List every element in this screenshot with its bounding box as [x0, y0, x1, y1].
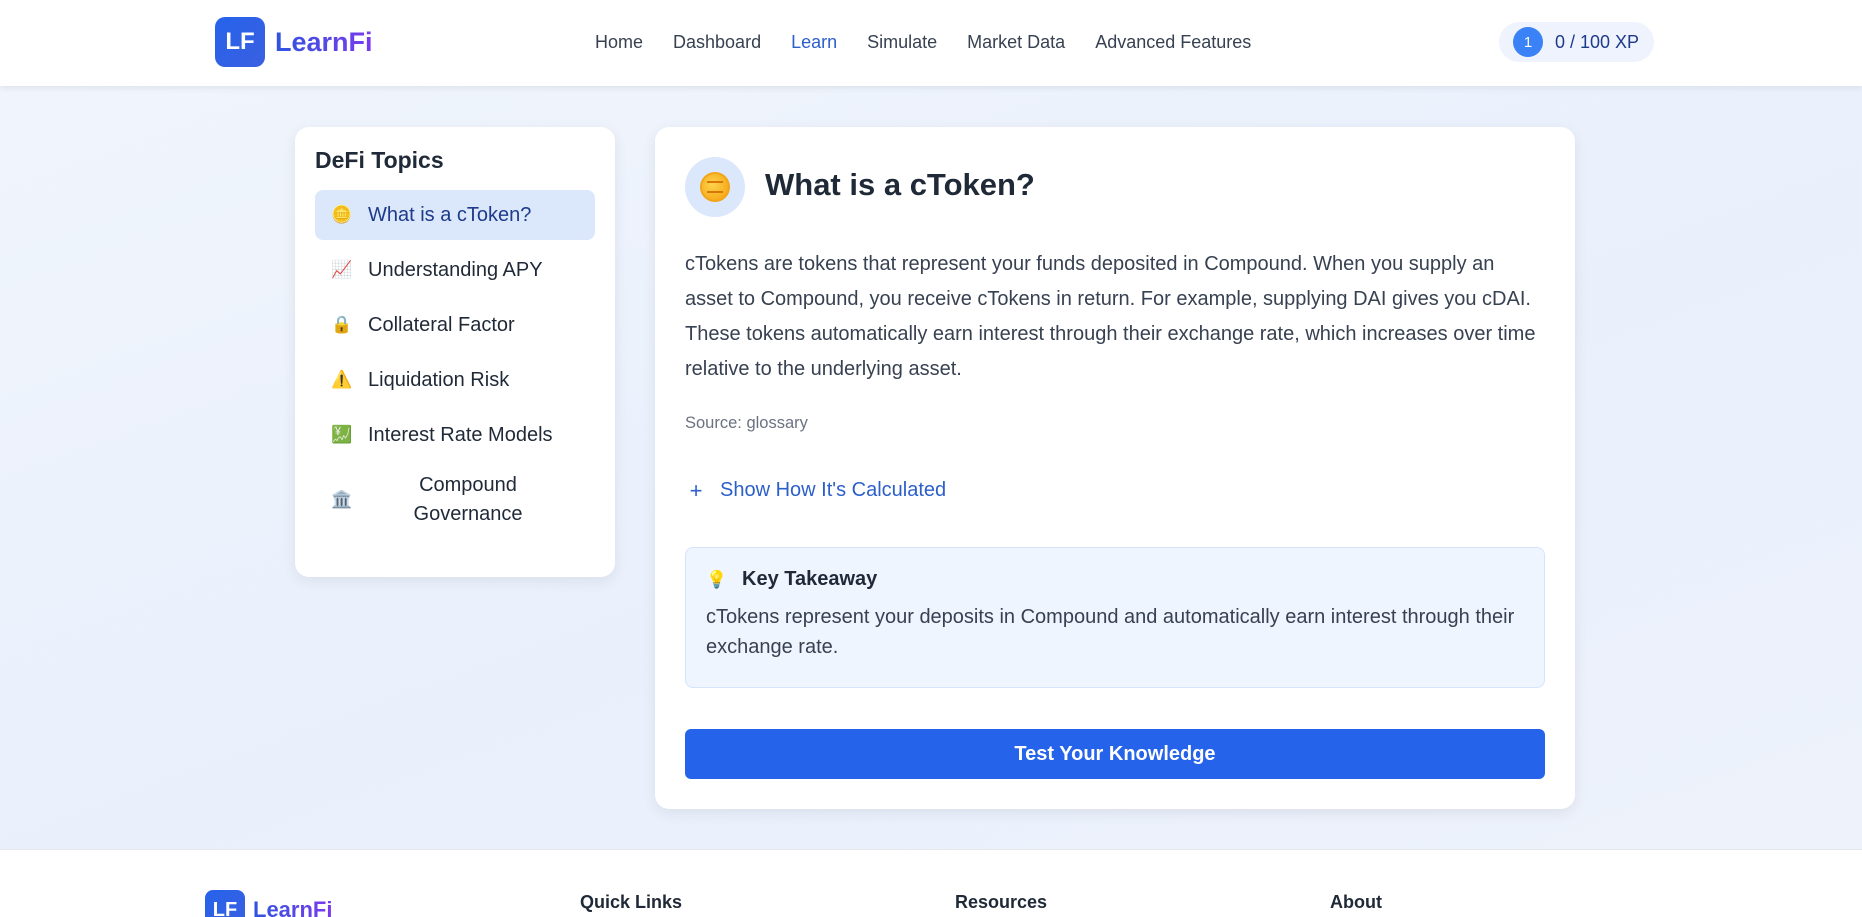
nav-learn[interactable]: Learn [791, 30, 837, 54]
warning-icon: ⚠️ [331, 370, 353, 389]
footer-logo[interactable]: LF LearnFi [205, 890, 332, 917]
takeaway-title: Key Takeaway [742, 568, 878, 590]
lesson-icon [685, 157, 745, 217]
coin-icon [700, 172, 730, 202]
nav-simulate[interactable]: Simulate [867, 30, 937, 54]
topic-apy[interactable]: 📈 Understanding APY [315, 245, 595, 295]
lesson-title: What is a cToken? [765, 167, 1035, 202]
sidebar-title: DeFi Topics [315, 147, 444, 173]
plus-icon: + [689, 477, 703, 503]
test-knowledge-button[interactable]: Test Your Knowledge [685, 729, 1545, 779]
footer-logo-text: LearnFi [253, 897, 332, 917]
show-calculation-toggle[interactable]: + Show How It's Calculated [685, 477, 947, 503]
topic-label: Interest Rate Models [368, 423, 553, 446]
topic-label: Collateral Factor [368, 313, 515, 336]
topic-interest-rate-models[interactable]: 💹 Interest Rate Models [315, 410, 595, 460]
bank-icon: 🏛️ [331, 490, 353, 509]
chart-green-icon: 💹 [331, 425, 353, 444]
xp-progress-text: 0 / 100 XP [1555, 31, 1640, 52]
main-nav: Home Dashboard Learn Simulate Market Dat… [595, 30, 1281, 54]
key-takeaway-box: 💡 Key Takeaway cTokens represent your de… [685, 547, 1545, 688]
lock-icon: 🔒 [331, 315, 353, 334]
level-badge: 1 [1513, 27, 1543, 57]
topic-label: Liquidation Risk [368, 368, 510, 391]
footer: LF LearnFi Quick Links Resources About [0, 849, 1862, 917]
chart-up-icon: 📈 [331, 260, 353, 279]
nav-advanced-features[interactable]: Advanced Features [1095, 30, 1251, 54]
topic-label: Compound Governance [413, 474, 523, 525]
lightbulb-icon: 💡 [706, 569, 728, 589]
topic-collateral-factor[interactable]: 🔒 Collateral Factor [315, 300, 595, 350]
logo[interactable]: LF LearnFi [215, 17, 373, 67]
show-calculation-label: Show How It's Calculated [720, 479, 947, 501]
coin-icon: 🪙 [331, 205, 353, 224]
nav-home[interactable]: Home [595, 30, 643, 54]
topics-sidebar: DeFi Topics 🪙 What is a cToken? 📈 Unders… [295, 127, 615, 577]
footer-heading-resources: Resources [955, 892, 1048, 912]
logo-mark: LF [215, 17, 265, 67]
xp-badge[interactable]: 1 0 / 100 XP [1499, 22, 1654, 62]
nav-market-data[interactable]: Market Data [967, 30, 1065, 54]
takeaway-text: cTokens represent your deposits in Compo… [706, 606, 1515, 658]
footer-heading-about: About [1330, 892, 1382, 912]
topic-label: Understanding APY [368, 258, 543, 281]
lesson-card: What is a cToken? cTokens are tokens tha… [655, 127, 1575, 809]
nav-dashboard[interactable]: Dashboard [673, 30, 761, 54]
logo-text: LearnFi [275, 26, 373, 57]
footer-logo-mark: LF [205, 890, 245, 917]
topic-compound-governance[interactable]: 🏛️ Compound Governance [315, 465, 595, 535]
lesson-body: cTokens are tokens that represent your f… [685, 253, 1536, 380]
topic-liquidation-risk[interactable]: ⚠️ Liquidation Risk [315, 355, 595, 405]
lesson-source: Source: glossary [685, 414, 808, 432]
topic-label: What is a cToken? [368, 203, 532, 226]
footer-heading-quick-links: Quick Links [580, 892, 683, 912]
topic-ctoken[interactable]: 🪙 What is a cToken? [315, 190, 595, 240]
top-navbar: LF LearnFi Home Dashboard Learn Simulate… [0, 0, 1862, 86]
